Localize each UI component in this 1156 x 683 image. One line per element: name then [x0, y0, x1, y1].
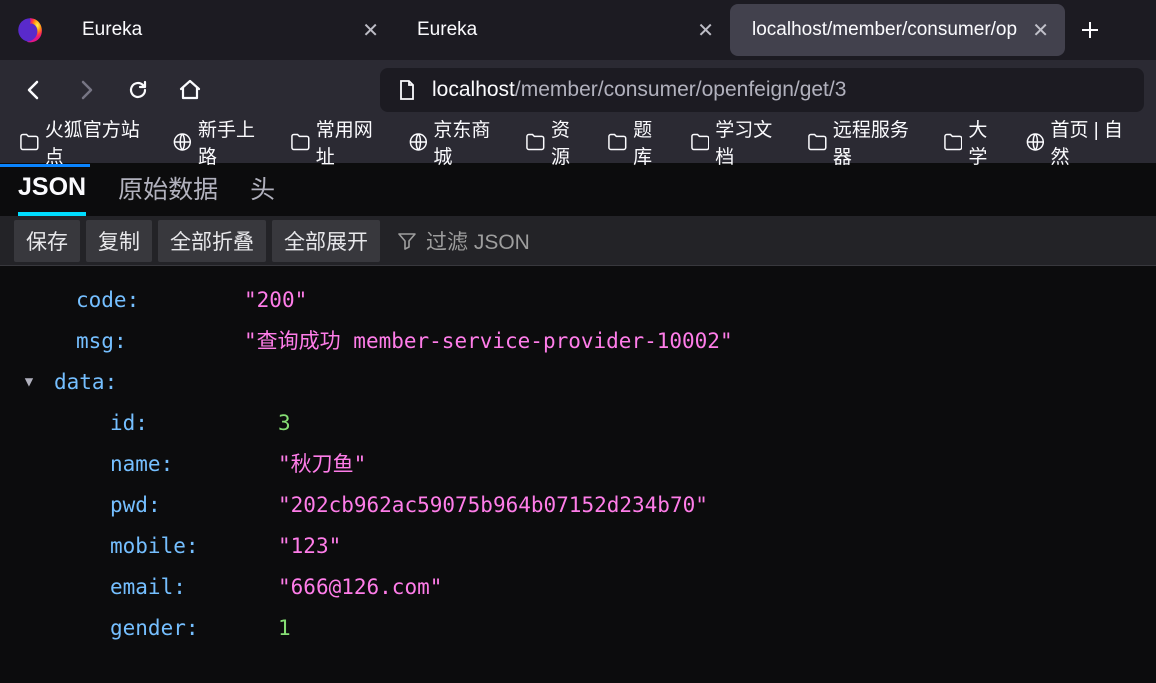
folder-icon [608, 133, 627, 151]
folder-icon [291, 133, 310, 151]
url-text: localhost/member/consumer/openfeign/get/… [432, 78, 846, 102]
bookmark-label: 大学 [968, 115, 1003, 169]
reload-icon [126, 78, 150, 102]
chevron-down-icon: ▼ [25, 369, 33, 396]
bookmarks-bar: 火狐官方站点 新手上路 常用网址 京东商城 资源 题库 学习文档 远程服务器 大… [0, 120, 1156, 164]
globe-icon [173, 132, 192, 152]
folder-icon [808, 133, 827, 151]
filter-icon [398, 232, 416, 250]
bookmark-item[interactable]: 学习文档 [685, 111, 793, 173]
bookmark-item[interactable]: 大学 [938, 111, 1010, 173]
collapse-all-button[interactable]: 全部折叠 [158, 220, 266, 262]
bookmark-label: 资源 [551, 115, 586, 169]
firefox-icon [16, 16, 44, 44]
bookmark-item[interactable]: 资源 [520, 111, 592, 173]
arrow-right-icon [74, 78, 98, 102]
collapse-toggle-data[interactable]: ▼ [18, 362, 40, 403]
home-icon [178, 78, 202, 102]
plus-icon [1080, 20, 1100, 40]
filter-placeholder: 过滤 JSON [426, 226, 530, 256]
tab-title: Eureka [82, 19, 352, 41]
bookmark-label: 首页 | 自然 [1050, 115, 1136, 169]
reload-button[interactable] [116, 68, 160, 112]
tab-headers[interactable]: 头 [250, 160, 275, 216]
bookmark-item[interactable]: 首页 | 自然 [1020, 111, 1142, 173]
globe-icon [1026, 132, 1045, 152]
filter-json-input[interactable]: 过滤 JSON [398, 226, 530, 256]
folder-icon [526, 133, 545, 151]
tab-title: localhost/member/consumer/op [752, 19, 1022, 41]
bookmark-item[interactable]: 常用网址 [285, 111, 393, 173]
bookmark-item[interactable]: 远程服务器 [802, 111, 928, 173]
bookmark-label: 题库 [633, 115, 668, 169]
tab-indicator [0, 164, 90, 167]
folder-icon [691, 133, 710, 151]
tab-strip: Eureka ✕ Eureka ✕ localhost/member/consu… [0, 0, 1156, 60]
tab-raw[interactable]: 原始数据 [118, 160, 218, 216]
close-icon[interactable]: ✕ [697, 18, 714, 43]
bookmark-label: 京东商城 [433, 115, 504, 169]
url-bar[interactable]: localhost/member/consumer/openfeign/get/… [380, 68, 1144, 112]
save-button[interactable]: 保存 [14, 220, 80, 262]
json-toolbar: 保存 复制 全部折叠 全部展开 过滤 JSON [0, 216, 1156, 266]
forward-button[interactable] [64, 68, 108, 112]
tab-eureka-1[interactable]: Eureka ✕ [60, 4, 395, 56]
bookmark-label: 常用网址 [316, 115, 387, 169]
firefox-logo [0, 0, 60, 60]
tab-eureka-2[interactable]: Eureka ✕ [395, 4, 730, 56]
close-icon[interactable]: ✕ [362, 18, 379, 43]
folder-icon [20, 133, 39, 151]
tab-json[interactable]: JSON [18, 163, 86, 216]
back-button[interactable] [12, 68, 56, 112]
page-icon [398, 80, 416, 100]
folder-icon [944, 133, 963, 151]
bookmark-label: 远程服务器 [833, 115, 922, 169]
home-button[interactable] [168, 68, 212, 112]
bookmark-item[interactable]: 题库 [602, 111, 674, 173]
copy-button[interactable]: 复制 [86, 220, 152, 262]
tab-localhost[interactable]: localhost/member/consumer/op ✕ [730, 4, 1065, 56]
close-icon[interactable]: ✕ [1032, 18, 1049, 43]
bookmark-item[interactable]: 京东商城 [403, 111, 511, 173]
json-body: code:"200" msg:"查询成功 member-service-prov… [0, 266, 1156, 683]
tab-title: Eureka [417, 19, 687, 41]
globe-icon [409, 132, 428, 152]
arrow-left-icon [22, 78, 46, 102]
bookmark-label: 学习文档 [715, 115, 786, 169]
new-tab-button[interactable] [1065, 5, 1115, 55]
expand-all-button[interactable]: 全部展开 [272, 220, 380, 262]
